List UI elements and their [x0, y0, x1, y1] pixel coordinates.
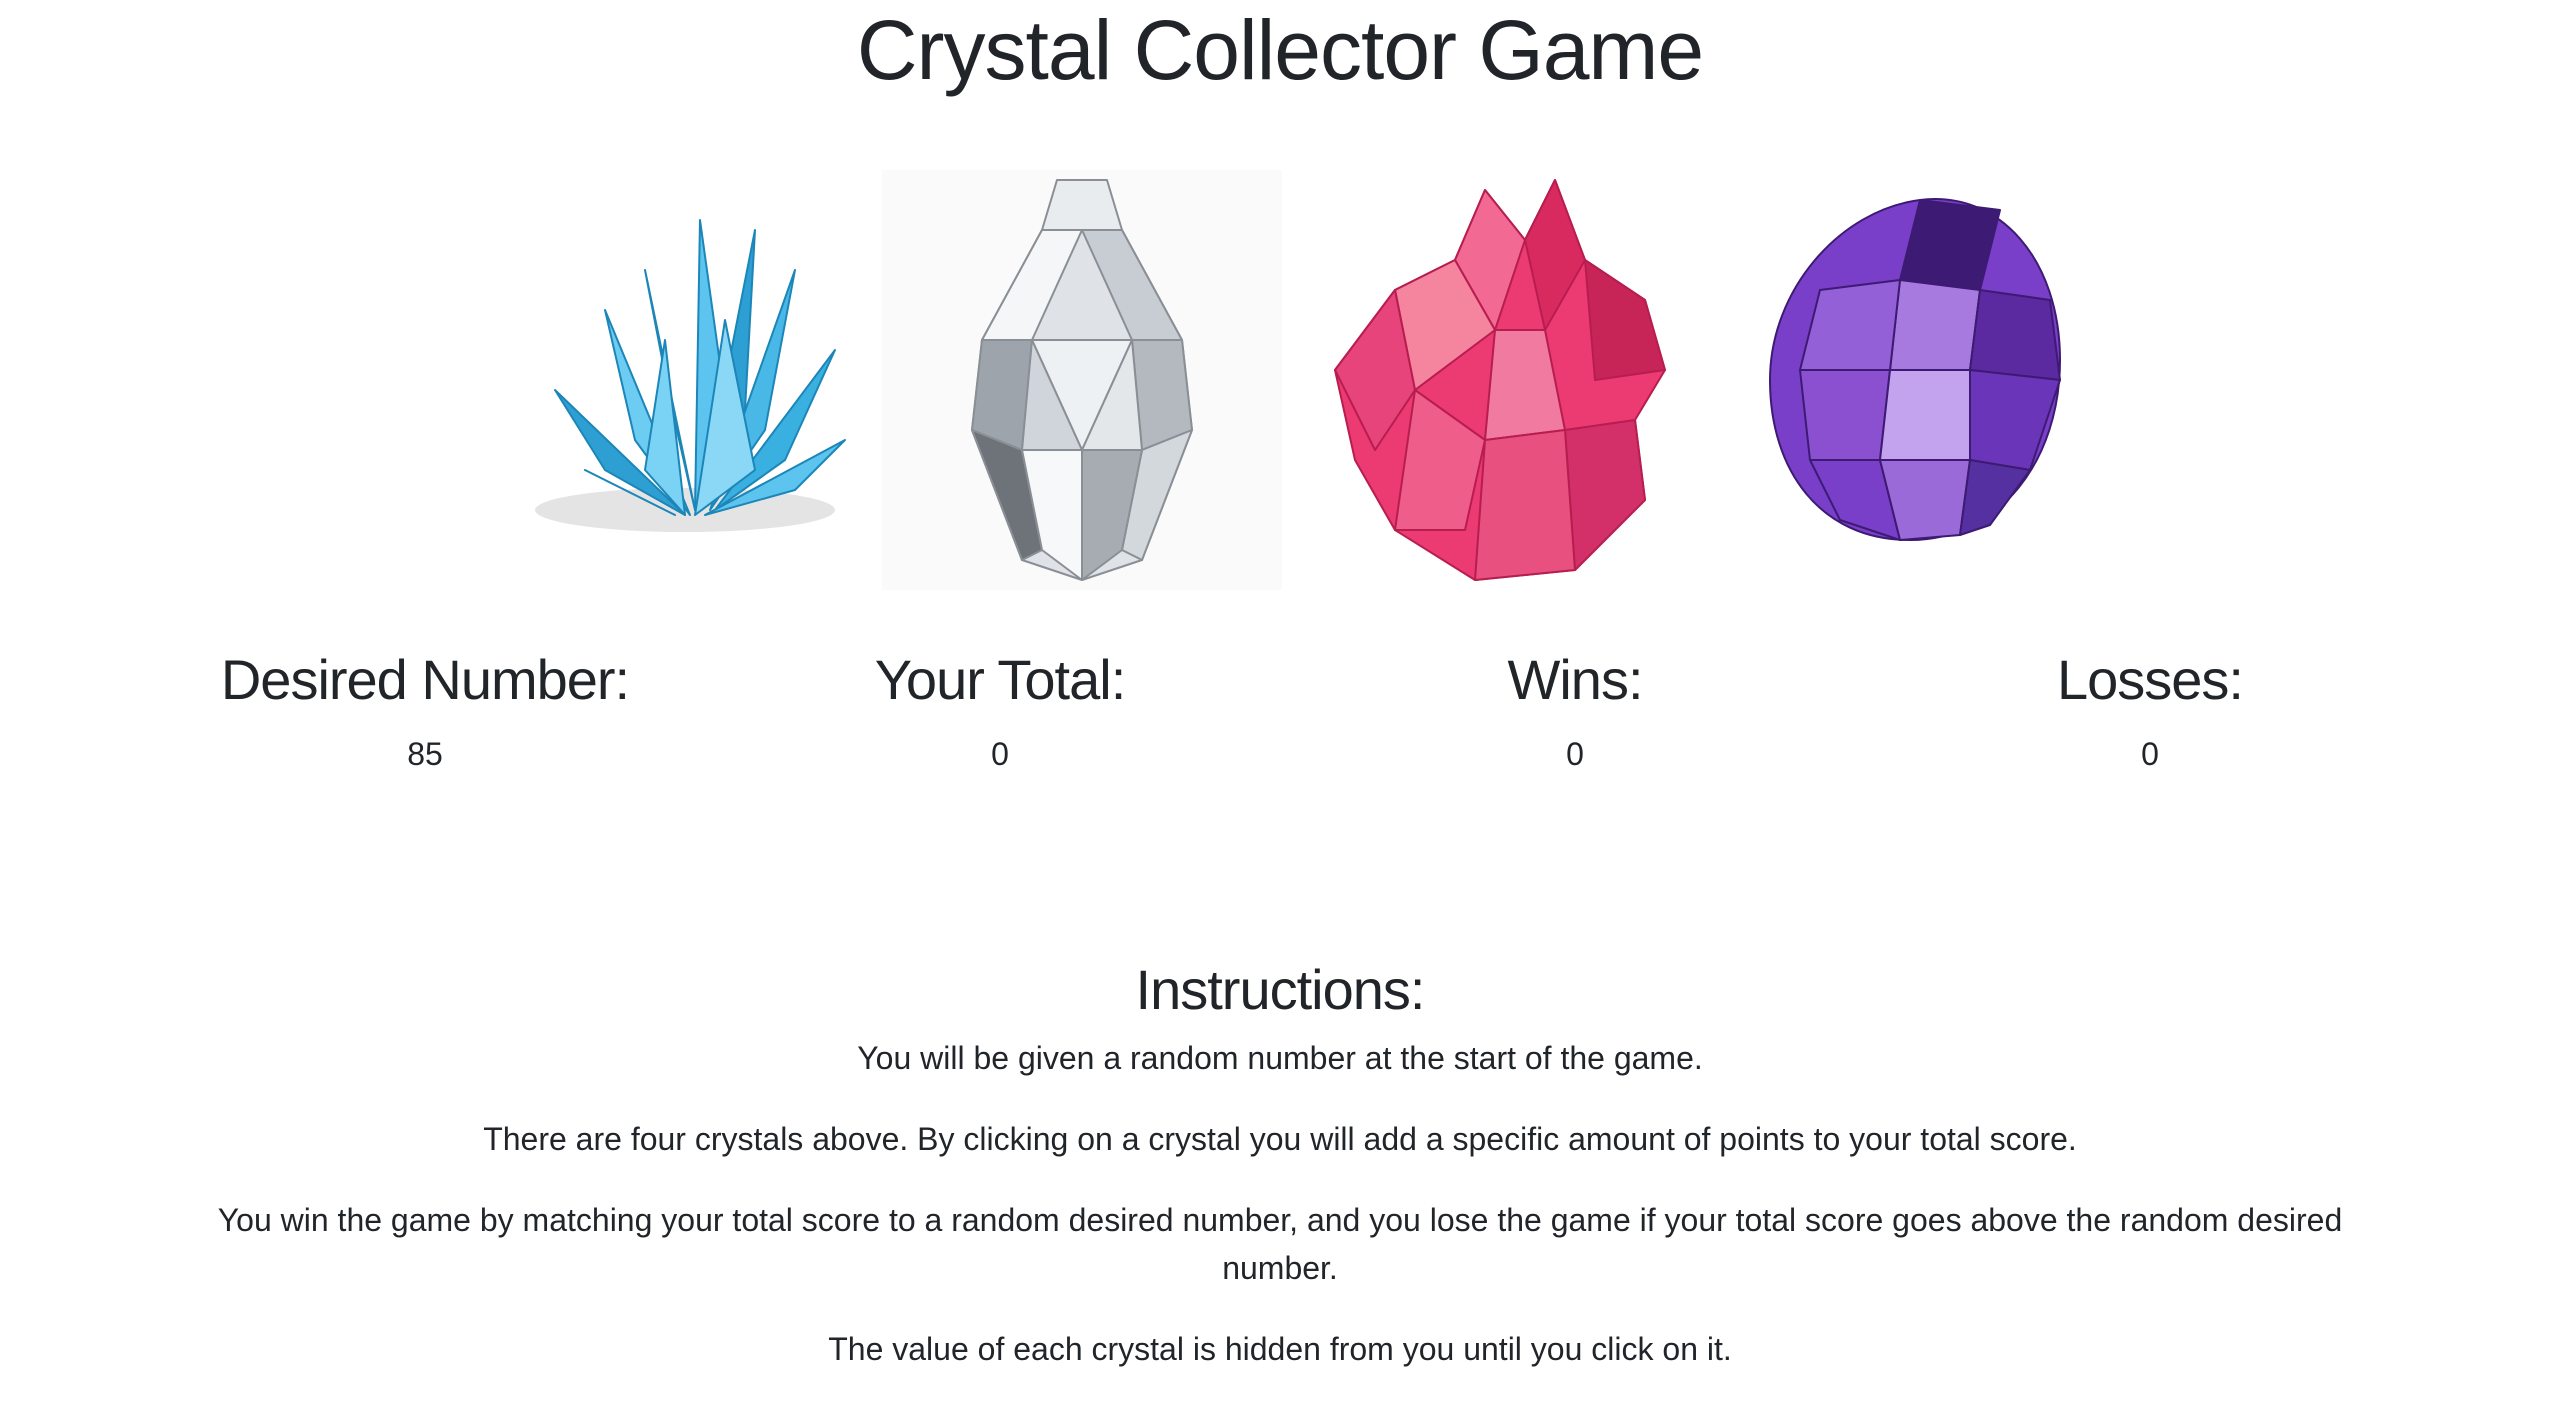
your-total-stat: Your Total: 0	[700, 640, 1300, 778]
losses-label: Losses:	[2057, 648, 2244, 711]
wins-stat: Wins: 0	[1275, 640, 1875, 778]
instruction-paragraph: The value of each crystal is hidden from…	[828, 1331, 1732, 1367]
pink-crystal-icon	[1334, 179, 1666, 581]
losses-value: 0	[2141, 736, 2159, 772]
wins-label: Wins:	[1507, 648, 1644, 711]
desired-number-label: Desired Number:	[220, 648, 630, 711]
crystal-row	[0, 170, 2560, 590]
desired-number-value: 85	[407, 736, 443, 772]
instruction-paragraph: You win the game by matching your total …	[217, 1202, 2343, 1286]
clear-crystal-icon	[882, 170, 1282, 590]
crystal-clear[interactable]	[882, 170, 1282, 590]
instructions-title: Instructions:	[1135, 958, 1426, 1021]
desired-number-stat: Desired Number: 85	[125, 640, 725, 778]
crystal-blue[interactable]	[495, 170, 895, 590]
page-title: Crystal Collector Game	[856, 3, 1704, 97]
crystal-pink[interactable]	[1315, 170, 1715, 590]
your-total-value: 0	[991, 736, 1009, 772]
instructions-section: Instructions: You will be given a random…	[180, 950, 2380, 1406]
crystal-purple[interactable]	[1720, 170, 2120, 590]
instruction-paragraph: You will be given a random number at the…	[857, 1040, 1703, 1076]
your-total-label: Your Total:	[874, 648, 1127, 711]
blue-crystal-icon	[535, 219, 846, 532]
purple-crystal-icon	[1769, 198, 2061, 541]
instruction-paragraph: There are four crystals above. By clicki…	[483, 1121, 2077, 1157]
wins-value: 0	[1566, 736, 1584, 772]
losses-stat: Losses: 0	[1850, 640, 2450, 778]
